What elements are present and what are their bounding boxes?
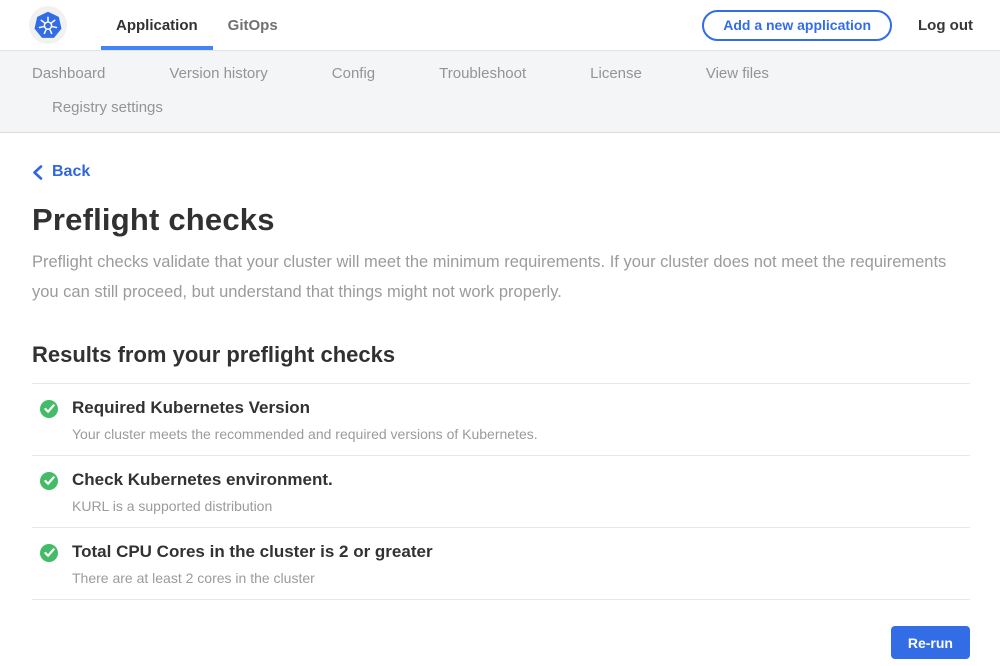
check-message: Your cluster meets the recommended and r… [72,426,538,442]
page-title: Preflight checks [32,202,970,238]
logo-container [29,0,67,50]
subnav-item-troubleshoot[interactable]: Troubleshoot [439,65,526,82]
check-title: Total CPU Cores in the cluster is 2 or g… [72,542,433,562]
divider [32,599,970,600]
add-new-application-button[interactable]: Add a new application [702,10,892,41]
back-link-label: Back [52,163,90,181]
subnav-item-registry-settings[interactable]: Registry settings [52,99,163,116]
check-body: Required Kubernetes Version Your cluster… [72,398,538,442]
subnav-row-2: Registry settings [32,99,968,116]
tab-gitops[interactable]: GitOps [213,0,293,50]
check-title: Required Kubernetes Version [72,398,538,418]
subnav-item-license[interactable]: License [590,65,642,82]
rerun-button[interactable]: Re-run [891,626,970,659]
app-subnav: Dashboard Version history Config Trouble… [0,51,1000,133]
check-success-icon [40,544,58,562]
check-body: Total CPU Cores in the cluster is 2 or g… [72,542,433,586]
subnav-item-config[interactable]: Config [332,65,375,82]
footer-actions: Re-run [32,626,970,659]
page-description: Preflight checks validate that your clus… [32,247,957,307]
subnav-item-view-files[interactable]: View files [706,65,769,82]
results-heading: Results from your preflight checks [32,342,970,368]
preflight-check-row: Check Kubernetes environment. KURL is a … [32,456,970,527]
main-content: Back Preflight checks Preflight checks v… [0,133,1000,666]
navbar-right: Add a new application Log out [702,0,973,50]
subnav-item-dashboard[interactable]: Dashboard [32,65,105,82]
preflight-check-row: Total CPU Cores in the cluster is 2 or g… [32,528,970,599]
tab-application[interactable]: Application [101,0,213,50]
check-success-icon [40,400,58,418]
check-title: Check Kubernetes environment. [72,470,333,490]
check-message: KURL is a supported distribution [72,498,333,514]
subnav-row-1: Dashboard Version history Config Trouble… [32,65,968,82]
page: Application GitOps Add a new application… [0,0,1000,666]
check-success-icon [40,472,58,490]
check-message: There are at least 2 cores in the cluste… [72,570,433,586]
preflight-check-row: Required Kubernetes Version Your cluster… [32,384,970,455]
kubernetes-logo-icon [29,6,67,44]
chevron-left-icon [32,165,43,180]
logout-link[interactable]: Log out [918,17,973,34]
primary-tabs: Application GitOps [101,0,293,50]
top-navbar: Application GitOps Add a new application… [0,0,1000,51]
check-body: Check Kubernetes environment. KURL is a … [72,470,333,514]
back-link[interactable]: Back [32,163,90,181]
subnav-item-version-history[interactable]: Version history [169,65,267,82]
